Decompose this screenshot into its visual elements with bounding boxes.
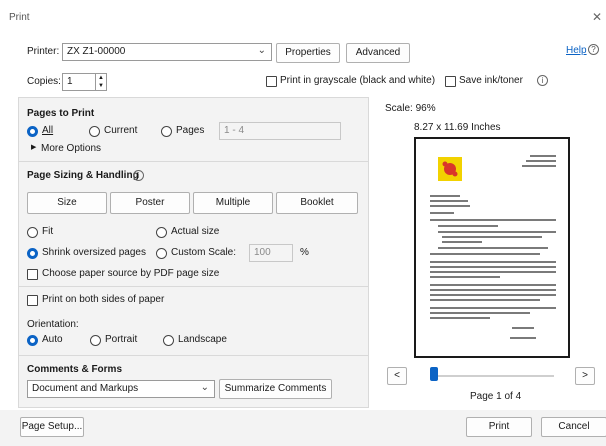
save-ink-checkbox[interactable] — [445, 76, 456, 87]
divider — [18, 161, 369, 162]
paper-source-label: Choose paper source by PDF page size — [42, 268, 220, 279]
actual-size-label: Actual size — [171, 226, 220, 237]
prev-page-button[interactable]: < — [387, 367, 407, 385]
copies-input[interactable]: 1 — [62, 73, 96, 91]
landscape-radio[interactable] — [163, 335, 174, 346]
printer-select[interactable]: ZX Z1-00000 ⌄ — [62, 43, 272, 61]
title-bar — [0, 0, 606, 40]
summarize-comments-button[interactable]: Summarize Comments — [219, 379, 332, 399]
page-indicator: Page 1 of 4 — [470, 391, 522, 402]
copies-label: Copies: — [27, 76, 61, 87]
all-pages-radio[interactable] — [27, 126, 38, 137]
page-slider-track[interactable] — [430, 375, 554, 377]
chevron-down-icon: ⌄ — [200, 382, 209, 393]
page-range-input[interactable]: 1 - 4 — [219, 122, 341, 140]
size-button[interactable]: Size — [27, 192, 107, 214]
auto-orientation-label: Auto — [42, 334, 63, 345]
multiple-button[interactable]: Multiple — [193, 192, 273, 214]
pages-to-print-title: Pages to Print — [27, 108, 95, 119]
page-preview — [414, 137, 570, 358]
chevron-down-icon: ⌄ — [257, 45, 266, 56]
grayscale-checkbox[interactable] — [266, 76, 277, 87]
close-icon[interactable]: ✕ — [592, 10, 602, 24]
advanced-button[interactable]: Advanced — [346, 43, 410, 63]
printer-value: ZX Z1-00000 — [67, 46, 126, 57]
properties-button[interactable]: Properties — [276, 43, 340, 63]
poster-button[interactable]: Poster — [110, 192, 190, 214]
custom-scale-input[interactable]: 100 — [249, 244, 293, 262]
auto-orientation-radio[interactable] — [27, 335, 38, 346]
sizing-info-icon[interactable]: i — [133, 170, 144, 181]
page-range-label: Pages — [176, 125, 205, 136]
landscape-label: Landscape — [178, 334, 227, 345]
cancel-button[interactable]: Cancel — [541, 417, 606, 437]
page-sizing-title: Page Sizing & Handling — [27, 170, 139, 181]
percent-label: % — [300, 247, 309, 258]
more-options-toggle[interactable]: More Options — [41, 143, 101, 154]
paper-source-checkbox[interactable] — [27, 269, 38, 280]
grayscale-label: Print in grayscale (black and white) — [280, 75, 436, 86]
next-page-button[interactable]: > — [575, 367, 595, 385]
help-link[interactable]: Help — [566, 45, 587, 56]
actual-size-radio[interactable] — [156, 227, 167, 238]
paper-size-label: 8.27 x 11.69 Inches — [414, 122, 501, 133]
portrait-label: Portrait — [105, 334, 138, 345]
info-icon[interactable]: i — [537, 75, 548, 86]
current-page-radio[interactable] — [89, 126, 100, 137]
save-ink-label: Save ink/toner — [459, 75, 523, 86]
orientation-title: Orientation: — [27, 319, 79, 330]
expand-arrow-icon[interactable]: ▶ — [31, 143, 36, 151]
duplex-checkbox[interactable] — [27, 295, 38, 306]
print-button[interactable]: Print — [466, 417, 532, 437]
logo-icon — [438, 157, 462, 181]
printer-label: Printer: — [27, 46, 60, 57]
duplex-label: Print on both sides of paper — [42, 294, 165, 305]
custom-scale-label: Custom Scale: — [171, 247, 237, 258]
copies-stepper[interactable]: ▲ ▼ — [95, 73, 107, 91]
help-icon[interactable]: ? — [588, 44, 599, 55]
all-pages-label: All — [42, 125, 54, 136]
scale-label: Scale: 96% — [385, 103, 436, 114]
custom-scale-radio[interactable] — [156, 248, 167, 259]
current-page-label: Current — [104, 125, 138, 136]
page-range-radio[interactable] — [161, 126, 172, 137]
fit-label: Fit — [42, 226, 54, 237]
page-slider-thumb[interactable] — [430, 367, 438, 381]
shrink-label: Shrink oversized pages — [42, 247, 146, 258]
page-setup-button[interactable]: Page Setup... — [20, 417, 84, 437]
comments-forms-select[interactable]: Document and Markups ⌄ — [27, 380, 215, 398]
portrait-radio[interactable] — [90, 335, 101, 346]
fit-radio[interactable] — [27, 227, 38, 238]
divider — [18, 286, 369, 287]
comments-forms-title: Comments & Forms — [27, 364, 123, 375]
divider — [18, 355, 369, 356]
comments-forms-value: Document and Markups — [32, 383, 139, 394]
shrink-radio[interactable] — [27, 248, 38, 259]
window-title: Print — [9, 12, 30, 23]
booklet-button[interactable]: Booklet — [276, 192, 358, 214]
